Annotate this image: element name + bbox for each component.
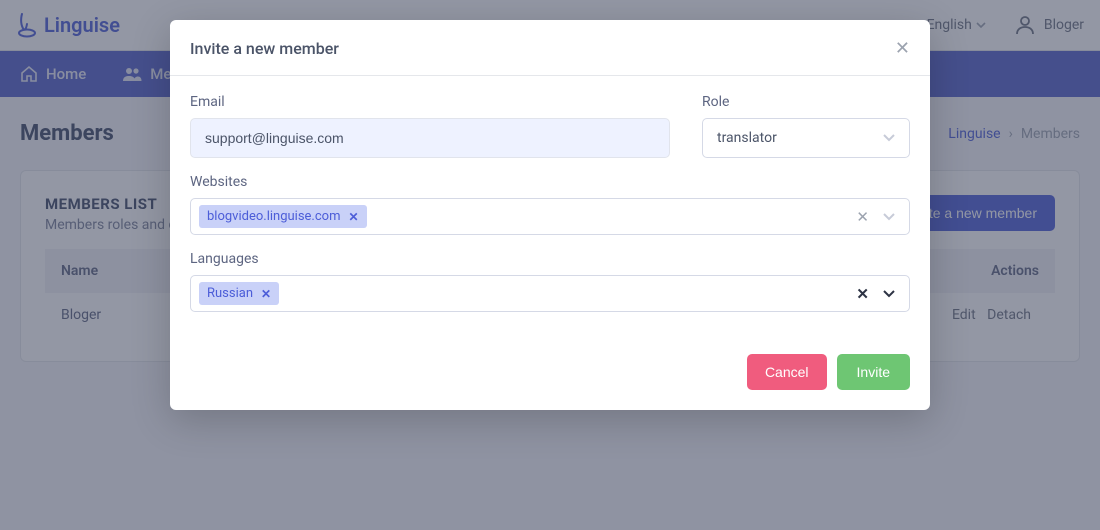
modal-overlay[interactable]: Invite a new member ✕ Email Role transla… (0, 0, 1100, 530)
websites-select[interactable]: blogvideo.linguise.com ✕ ✕ (190, 198, 910, 235)
invite-modal: Invite a new member ✕ Email Role transla… (170, 20, 930, 410)
clear-icon[interactable]: ✕ (856, 285, 869, 303)
cancel-button[interactable]: Cancel (747, 354, 827, 390)
languages-select[interactable]: Russian ✕ ✕ (190, 275, 910, 312)
close-icon[interactable]: ✕ (895, 38, 910, 59)
website-tag-label: blogvideo.linguise.com (207, 209, 340, 224)
email-label: Email (190, 94, 670, 110)
tag-remove-icon[interactable]: ✕ (261, 287, 271, 301)
role-label: Role (702, 94, 910, 110)
language-tag: Russian ✕ (199, 282, 279, 305)
role-select[interactable]: translator (702, 118, 910, 158)
role-value: translator (717, 130, 777, 146)
chevron-down-icon[interactable] (883, 290, 895, 298)
language-tag-label: Russian (207, 286, 253, 301)
websites-label: Websites (190, 174, 910, 190)
clear-icon[interactable]: ✕ (856, 208, 869, 226)
tag-remove-icon[interactable]: ✕ (348, 210, 358, 224)
invite-button[interactable]: Invite (837, 354, 910, 390)
chevron-down-icon[interactable] (883, 213, 895, 221)
languages-label: Languages (190, 251, 910, 267)
chevron-down-icon (883, 134, 895, 142)
email-field[interactable] (190, 118, 670, 158)
website-tag: blogvideo.linguise.com ✕ (199, 205, 367, 228)
modal-title: Invite a new member (190, 39, 339, 58)
